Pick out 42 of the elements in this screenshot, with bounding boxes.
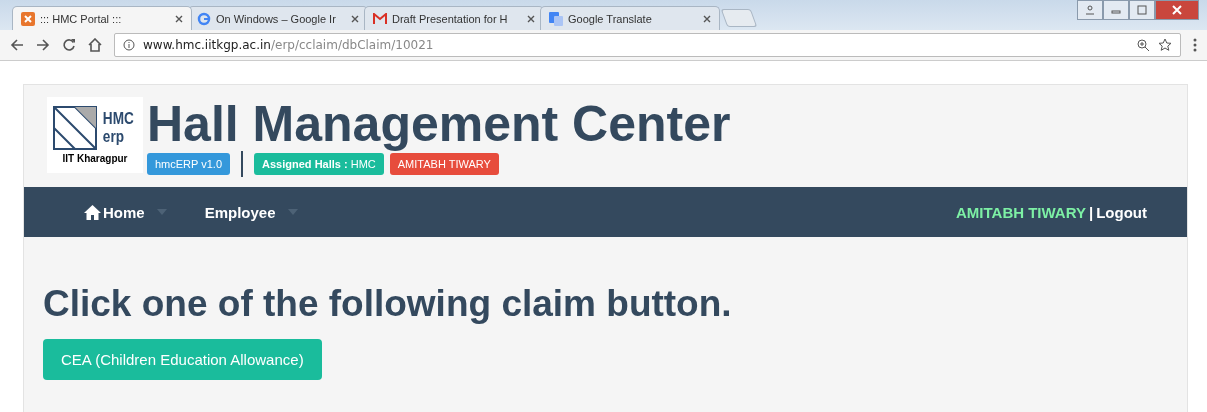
tab-title: ::: HMC Portal :::: [40, 12, 123, 25]
star-icon[interactable]: [1158, 38, 1172, 52]
home-icon: [84, 204, 101, 220]
logo-caption: IIT Kharagpur: [62, 153, 128, 164]
translate-icon: [549, 11, 563, 26]
label-tag: hmcERP v1.0: [147, 153, 231, 175]
page-heading: Click one of the following claim button.: [43, 283, 733, 325]
logo-text: erp: [102, 128, 125, 146]
close-tab-icon[interactable]: [351, 14, 359, 23]
forward-icon[interactable]: [36, 38, 50, 52]
user-name-link[interactable]: AMITABH TIWARY: [956, 203, 1086, 221]
tab-title: Draft Presentation for H: [392, 12, 509, 25]
site-title: Hall Management Center: [147, 97, 731, 151]
back-icon[interactable]: [10, 38, 24, 52]
logout-link[interactable]: Logout: [1096, 203, 1147, 221]
reload-icon[interactable]: [62, 38, 76, 52]
logo-icon: [52, 106, 97, 150]
label-tag: Assigned Halls : HMC: [254, 153, 384, 175]
mail-icon: [373, 12, 387, 25]
caret-icon: [156, 209, 167, 215]
browser-tab[interactable]: Google Translate: [540, 6, 720, 30]
close-tab-icon[interactable]: [175, 14, 183, 23]
google-icon: [197, 11, 211, 26]
address-bar[interactable]: www.hmc.iitkgp.ac.in/erp/cclaim/dbClaim/10021: [114, 33, 1181, 57]
nav-menu-item[interactable]: Home: [84, 203, 167, 221]
caret-icon: [287, 209, 298, 215]
close-tab-icon[interactable]: [527, 14, 535, 23]
zoom-icon[interactable]: [1137, 38, 1150, 52]
tab-title: On Windows – Google Ir: [216, 12, 337, 25]
logo-text: HMC: [102, 110, 134, 128]
user-icon[interactable]: [1077, 0, 1103, 20]
browser-tab[interactable]: ::: HMC Portal :::: [12, 6, 192, 30]
tab-title: Google Translate: [568, 12, 653, 25]
portal-icon: [21, 11, 35, 26]
info-icon[interactable]: [123, 39, 135, 51]
home-icon[interactable]: [88, 38, 102, 52]
close-tab-icon[interactable]: [703, 14, 711, 23]
close-icon[interactable]: [1155, 0, 1199, 20]
label-tag: AMITABH TIWARY: [389, 153, 499, 175]
menu-icon[interactable]: [1193, 38, 1197, 52]
nav-menu-item[interactable]: Employee: [204, 203, 298, 221]
separator-text: |: [1089, 203, 1094, 221]
